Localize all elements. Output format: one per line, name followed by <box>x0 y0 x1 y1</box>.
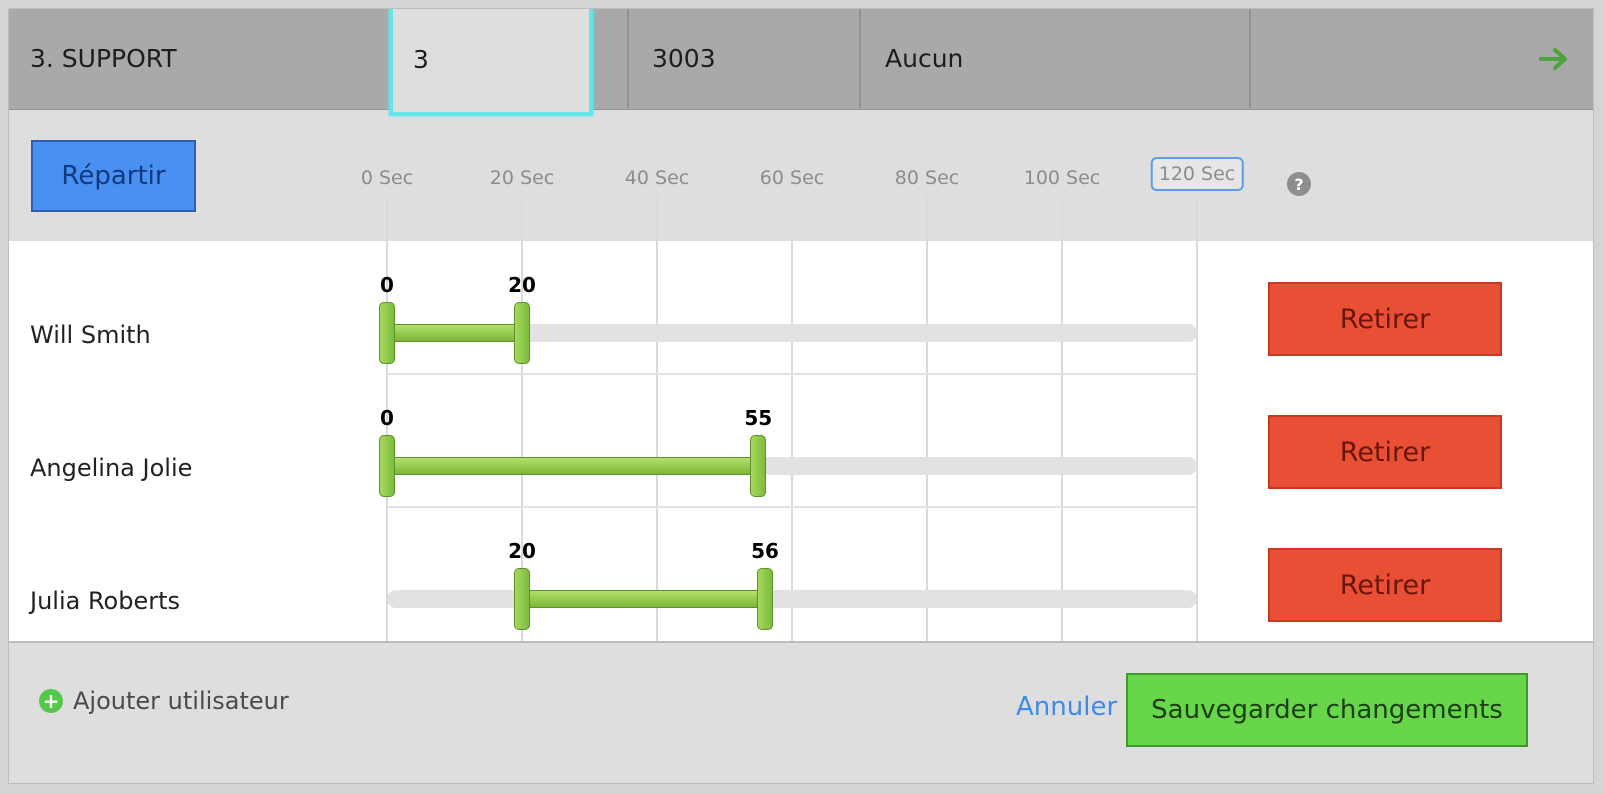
user-name: Angelina Jolie <box>30 454 193 482</box>
range-end-label: 56 <box>751 539 779 563</box>
row-separator <box>387 373 1197 375</box>
timeline-gridline <box>656 195 658 241</box>
overflow-cell[interactable]: Aucun <box>859 9 1251 108</box>
add-user-label: Ajouter utilisateur <box>73 687 289 715</box>
timeline-tick-label: 80 Sec <box>894 167 960 189</box>
timeline-gridline <box>926 241 928 641</box>
timeline-tick-label: 20 Sec <box>489 167 555 189</box>
range-end-label: 20 <box>508 273 536 297</box>
extension-cell[interactable]: 3003 <box>627 9 861 108</box>
overflow-value: Aucun <box>885 44 964 73</box>
remove-user-button[interactable]: Retirer <box>1268 548 1502 622</box>
range-end-label: 55 <box>744 406 773 430</box>
range-start-handle[interactable] <box>379 302 395 364</box>
next-cell[interactable] <box>1249 9 1593 108</box>
range-start-label: 0 <box>380 406 394 430</box>
time-range-fill <box>387 324 522 342</box>
time-range-fill <box>522 590 765 608</box>
time-range-track[interactable] <box>387 590 1197 608</box>
user-timeline-list: Will Smith 0 20 Retirer Angelina Jolie 0… <box>9 241 1593 643</box>
queue-panel: 3. SUPPORT 3 3003 Aucun Répartir 0 Sec 20… <box>8 8 1594 784</box>
timeline-gridline <box>1196 195 1198 241</box>
queue-name: 3. SUPPORT <box>30 44 177 73</box>
cancel-link[interactable]: Annuler <box>1016 692 1117 722</box>
timeline-gridline <box>1196 241 1198 641</box>
queue-name-cell[interactable]: 3. SUPPORT <box>9 9 392 108</box>
position-cell[interactable]: 3 <box>389 9 593 116</box>
range-start-handle[interactable] <box>514 568 530 630</box>
range-end-handle[interactable] <box>757 568 773 630</box>
timeline-gridline <box>791 195 793 241</box>
range-end-handle[interactable] <box>514 302 530 364</box>
extension-value: 3003 <box>652 44 716 73</box>
timeline-tick-label: 100 Sec <box>1023 167 1101 189</box>
user-name: Will Smith <box>30 321 151 349</box>
range-start-handle[interactable] <box>379 435 395 497</box>
range-start-label: 0 <box>380 273 394 297</box>
timeline-tick-label: 60 Sec <box>759 167 825 189</box>
timeline-gridline <box>926 195 928 241</box>
range-end-handle[interactable] <box>750 435 767 497</box>
time-range-fill <box>387 457 759 475</box>
timeline-gridline <box>791 241 793 641</box>
queue-header-row: 3. SUPPORT 3 3003 Aucun <box>9 9 1593 116</box>
timeline-tick-label: 40 Sec <box>624 167 690 189</box>
timeline-tick-label: 120 Sec <box>1150 157 1244 191</box>
row-separator <box>387 506 1197 508</box>
timeline-tick-label: 0 Sec <box>360 167 414 189</box>
remove-user-button[interactable]: Retirer <box>1268 282 1502 356</box>
remove-user-button[interactable]: Retirer <box>1268 415 1502 489</box>
range-start-label: 20 <box>508 539 536 563</box>
help-icon[interactable]: ? <box>1287 172 1311 196</box>
user-name: Julia Roberts <box>30 587 181 615</box>
position-value: 3 <box>413 45 429 74</box>
save-changes-button[interactable]: Sauvegarder changements <box>1126 673 1528 747</box>
timeline-gridline <box>656 241 658 641</box>
timeline-gridline <box>1061 241 1063 641</box>
timeline-gridline <box>386 195 388 241</box>
add-user-link[interactable]: + Ajouter utilisateur <box>39 687 289 715</box>
plus-circle-icon: + <box>39 689 63 713</box>
timeline-gridline <box>521 195 523 241</box>
distribute-button[interactable]: Répartir <box>31 140 196 212</box>
timeline-gridline <box>1061 195 1063 241</box>
arrow-right-icon[interactable] <box>1539 47 1569 71</box>
